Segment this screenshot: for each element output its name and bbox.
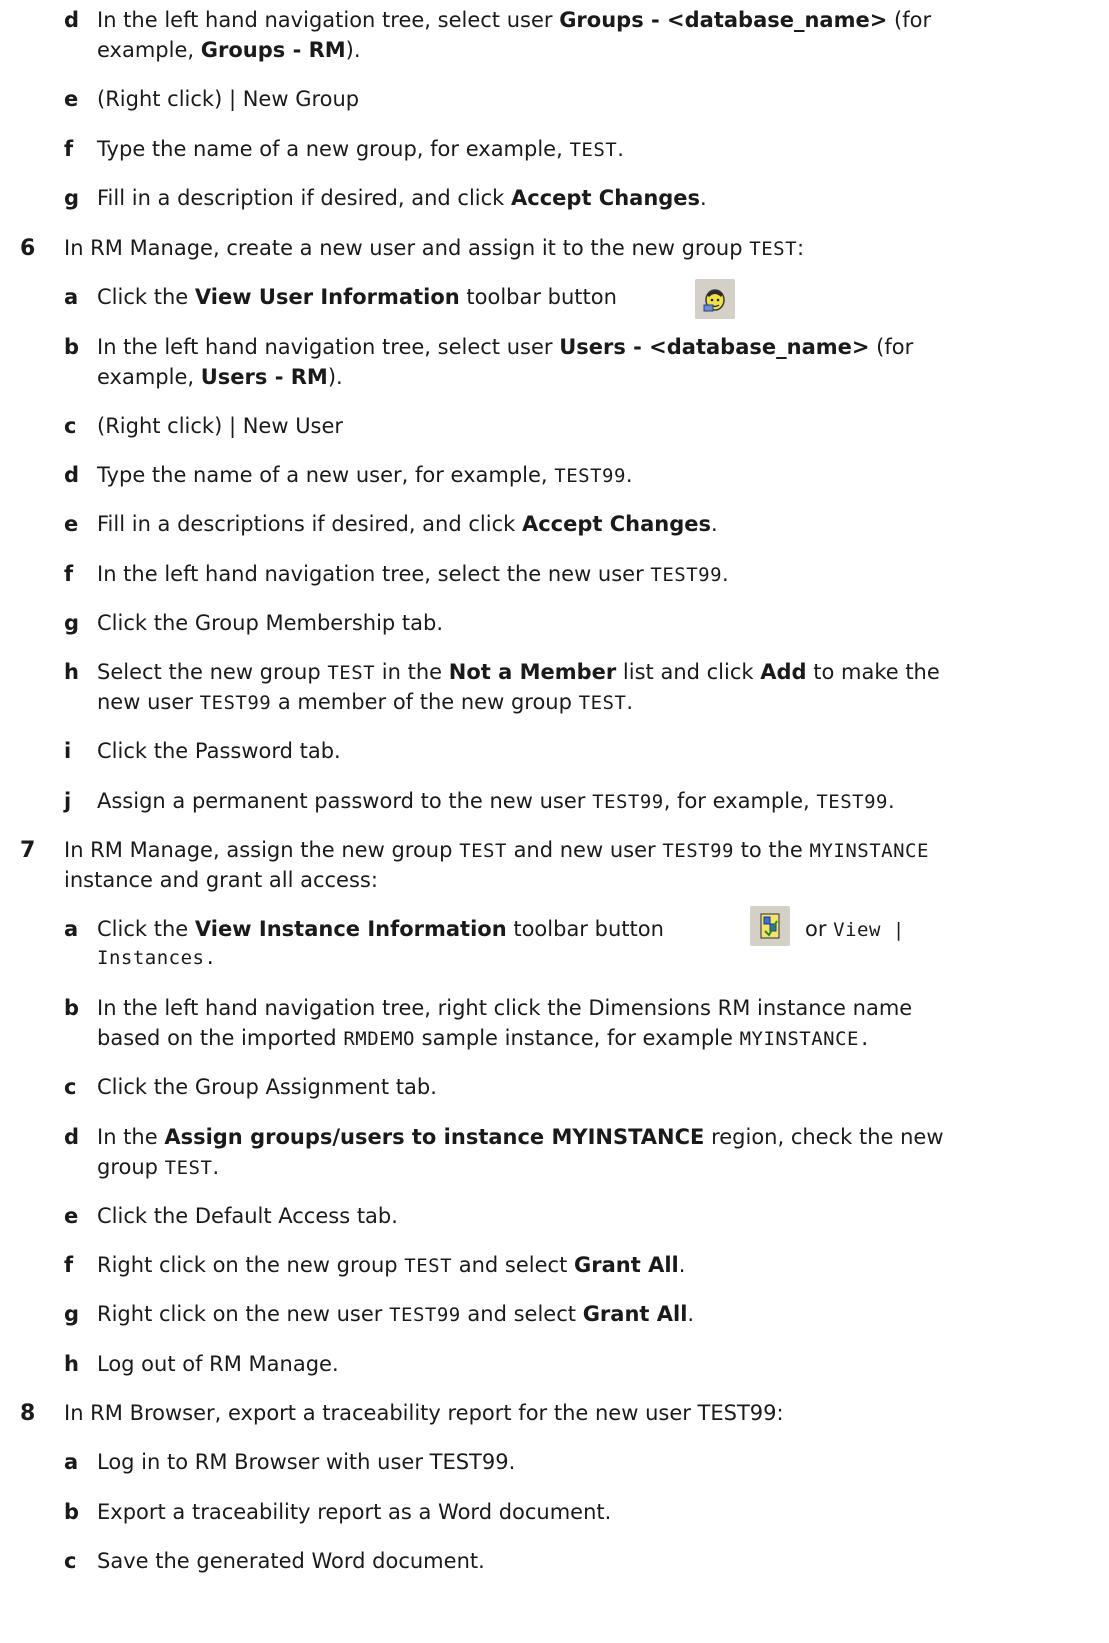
item-letter: i bbox=[64, 739, 72, 763]
code-text: TEST99 bbox=[554, 465, 626, 487]
step-text: In RM Manage, create a new user and assi… bbox=[64, 236, 805, 260]
item-text-line-1: In the left hand navigation tree, right … bbox=[97, 996, 913, 1020]
code-text: MYINSTANCE bbox=[809, 840, 929, 862]
code-text: TEST99 bbox=[592, 791, 664, 813]
item-text: Log out of RM Manage. bbox=[97, 1352, 339, 1376]
code-text: TEST bbox=[327, 662, 376, 684]
item-text: In the left hand navigation tree, select… bbox=[97, 562, 729, 586]
item-text: Click the Group Assignment tab. bbox=[97, 1075, 437, 1099]
item-letter: g bbox=[64, 186, 80, 210]
code-text: TEST bbox=[404, 1255, 453, 1277]
item-text-line-1: In the Assign groups/users to instance M… bbox=[97, 1125, 944, 1149]
item-text: Export a traceability report as a Word d… bbox=[97, 1500, 612, 1524]
item-letter: f bbox=[64, 137, 74, 161]
item-text: Type the name of a new user, for example… bbox=[97, 463, 633, 487]
step-number: 8 bbox=[20, 1401, 36, 1426]
item-letter: b bbox=[64, 996, 80, 1020]
menu-path-cont: Instances. bbox=[97, 947, 217, 969]
item-letter: b bbox=[64, 1500, 80, 1524]
item-text-line-1: Click the View Instance Information tool… bbox=[97, 917, 664, 941]
item-text: Assign a permanent password to the new u… bbox=[97, 789, 895, 813]
item-letter: c bbox=[64, 1549, 77, 1573]
item-letter: j bbox=[64, 789, 72, 813]
item-text: Click the Password tab. bbox=[97, 739, 341, 763]
item-text-line-1: Select the new group TEST in the Not a M… bbox=[97, 660, 940, 684]
document-page: d In the left hand navigation tree, sele… bbox=[0, 0, 1109, 1643]
item-text: Fill in a descriptions if desired, and c… bbox=[97, 512, 718, 536]
code-text: TEST bbox=[459, 840, 507, 862]
item-letter: h bbox=[64, 660, 79, 684]
item-text: Click the Default Access tab. bbox=[97, 1204, 398, 1228]
item-letter: d bbox=[64, 1125, 80, 1149]
item-text-line-2: based on the imported RMDEMO sample inst… bbox=[97, 1026, 871, 1050]
item-text: Fill in a description if desired, and cl… bbox=[97, 186, 707, 210]
item-letter: c bbox=[64, 1075, 77, 1099]
item-letter: h bbox=[64, 1352, 79, 1376]
item-letter: f bbox=[64, 1253, 74, 1277]
code-text: TEST bbox=[569, 139, 618, 161]
code-text: RMDEMO bbox=[343, 1028, 415, 1050]
item-letter: f bbox=[64, 562, 74, 586]
item-text: (Right click) | New User bbox=[97, 414, 344, 438]
code-text: TEST bbox=[578, 692, 627, 714]
item-letter: d bbox=[64, 463, 80, 487]
item-text-line-2: group TEST. bbox=[97, 1155, 220, 1179]
item-letter: e bbox=[64, 1204, 79, 1228]
code-text: TEST99 bbox=[650, 564, 723, 586]
step-text-line-1: In RM Manage, assign the new group TEST … bbox=[64, 838, 929, 862]
item-text-alt: or View | bbox=[805, 917, 905, 941]
code-text: MYINSTANCE. bbox=[739, 1028, 871, 1050]
code-text: TEST99 bbox=[662, 840, 734, 862]
view-user-information-icon bbox=[695, 279, 735, 319]
code-text: TEST bbox=[749, 238, 798, 260]
step-text: In RM Browser, export a traceability rep… bbox=[64, 1401, 784, 1425]
item-text: Type the name of a new group, for exampl… bbox=[97, 137, 624, 161]
item-text-line-1: In the left hand navigation tree, select… bbox=[97, 335, 914, 359]
item-text: Click the Group Membership tab. bbox=[97, 611, 444, 635]
step-number: 7 bbox=[20, 838, 36, 863]
item-letter: b bbox=[64, 335, 80, 359]
item-letter: c bbox=[64, 414, 77, 438]
item-text-line-2: new user TEST99 a member of the new grou… bbox=[97, 690, 634, 714]
item-text: Save the generated Word document. bbox=[97, 1549, 485, 1573]
step-text-line-2: instance and grant all access: bbox=[64, 868, 378, 892]
code-text: TEST99 bbox=[389, 1304, 461, 1326]
item-letter: g bbox=[64, 611, 80, 635]
menu-path: View | bbox=[833, 919, 905, 941]
view-instance-information-icon bbox=[750, 906, 790, 946]
item-text-line-2: example, Groups - RM). bbox=[97, 38, 361, 62]
item-text-line-2: example, Users - RM). bbox=[97, 365, 343, 389]
item-letter: a bbox=[64, 285, 79, 309]
item-text: Right click on the new group TEST and se… bbox=[97, 1253, 686, 1277]
item-letter: a bbox=[64, 1450, 79, 1474]
item-text: Click the View User Information toolbar … bbox=[97, 285, 617, 309]
item-text: (Right click) | New Group bbox=[97, 87, 360, 111]
item-letter: d bbox=[64, 8, 80, 32]
step-number: 6 bbox=[20, 236, 36, 261]
item-text: Log in to RM Browser with user TEST99. bbox=[97, 1450, 516, 1474]
item-text-line-1: In the left hand navigation tree, select… bbox=[97, 8, 932, 32]
code-text: TEST99 bbox=[199, 692, 272, 714]
item-letter: g bbox=[64, 1302, 80, 1326]
item-text: Right click on the new user TEST99 and s… bbox=[97, 1302, 695, 1326]
item-letter: e bbox=[64, 87, 79, 111]
item-letter: a bbox=[64, 917, 79, 941]
item-letter: e bbox=[64, 512, 79, 536]
code-text: TEST99 bbox=[816, 791, 888, 813]
code-text: TEST bbox=[164, 1157, 213, 1179]
